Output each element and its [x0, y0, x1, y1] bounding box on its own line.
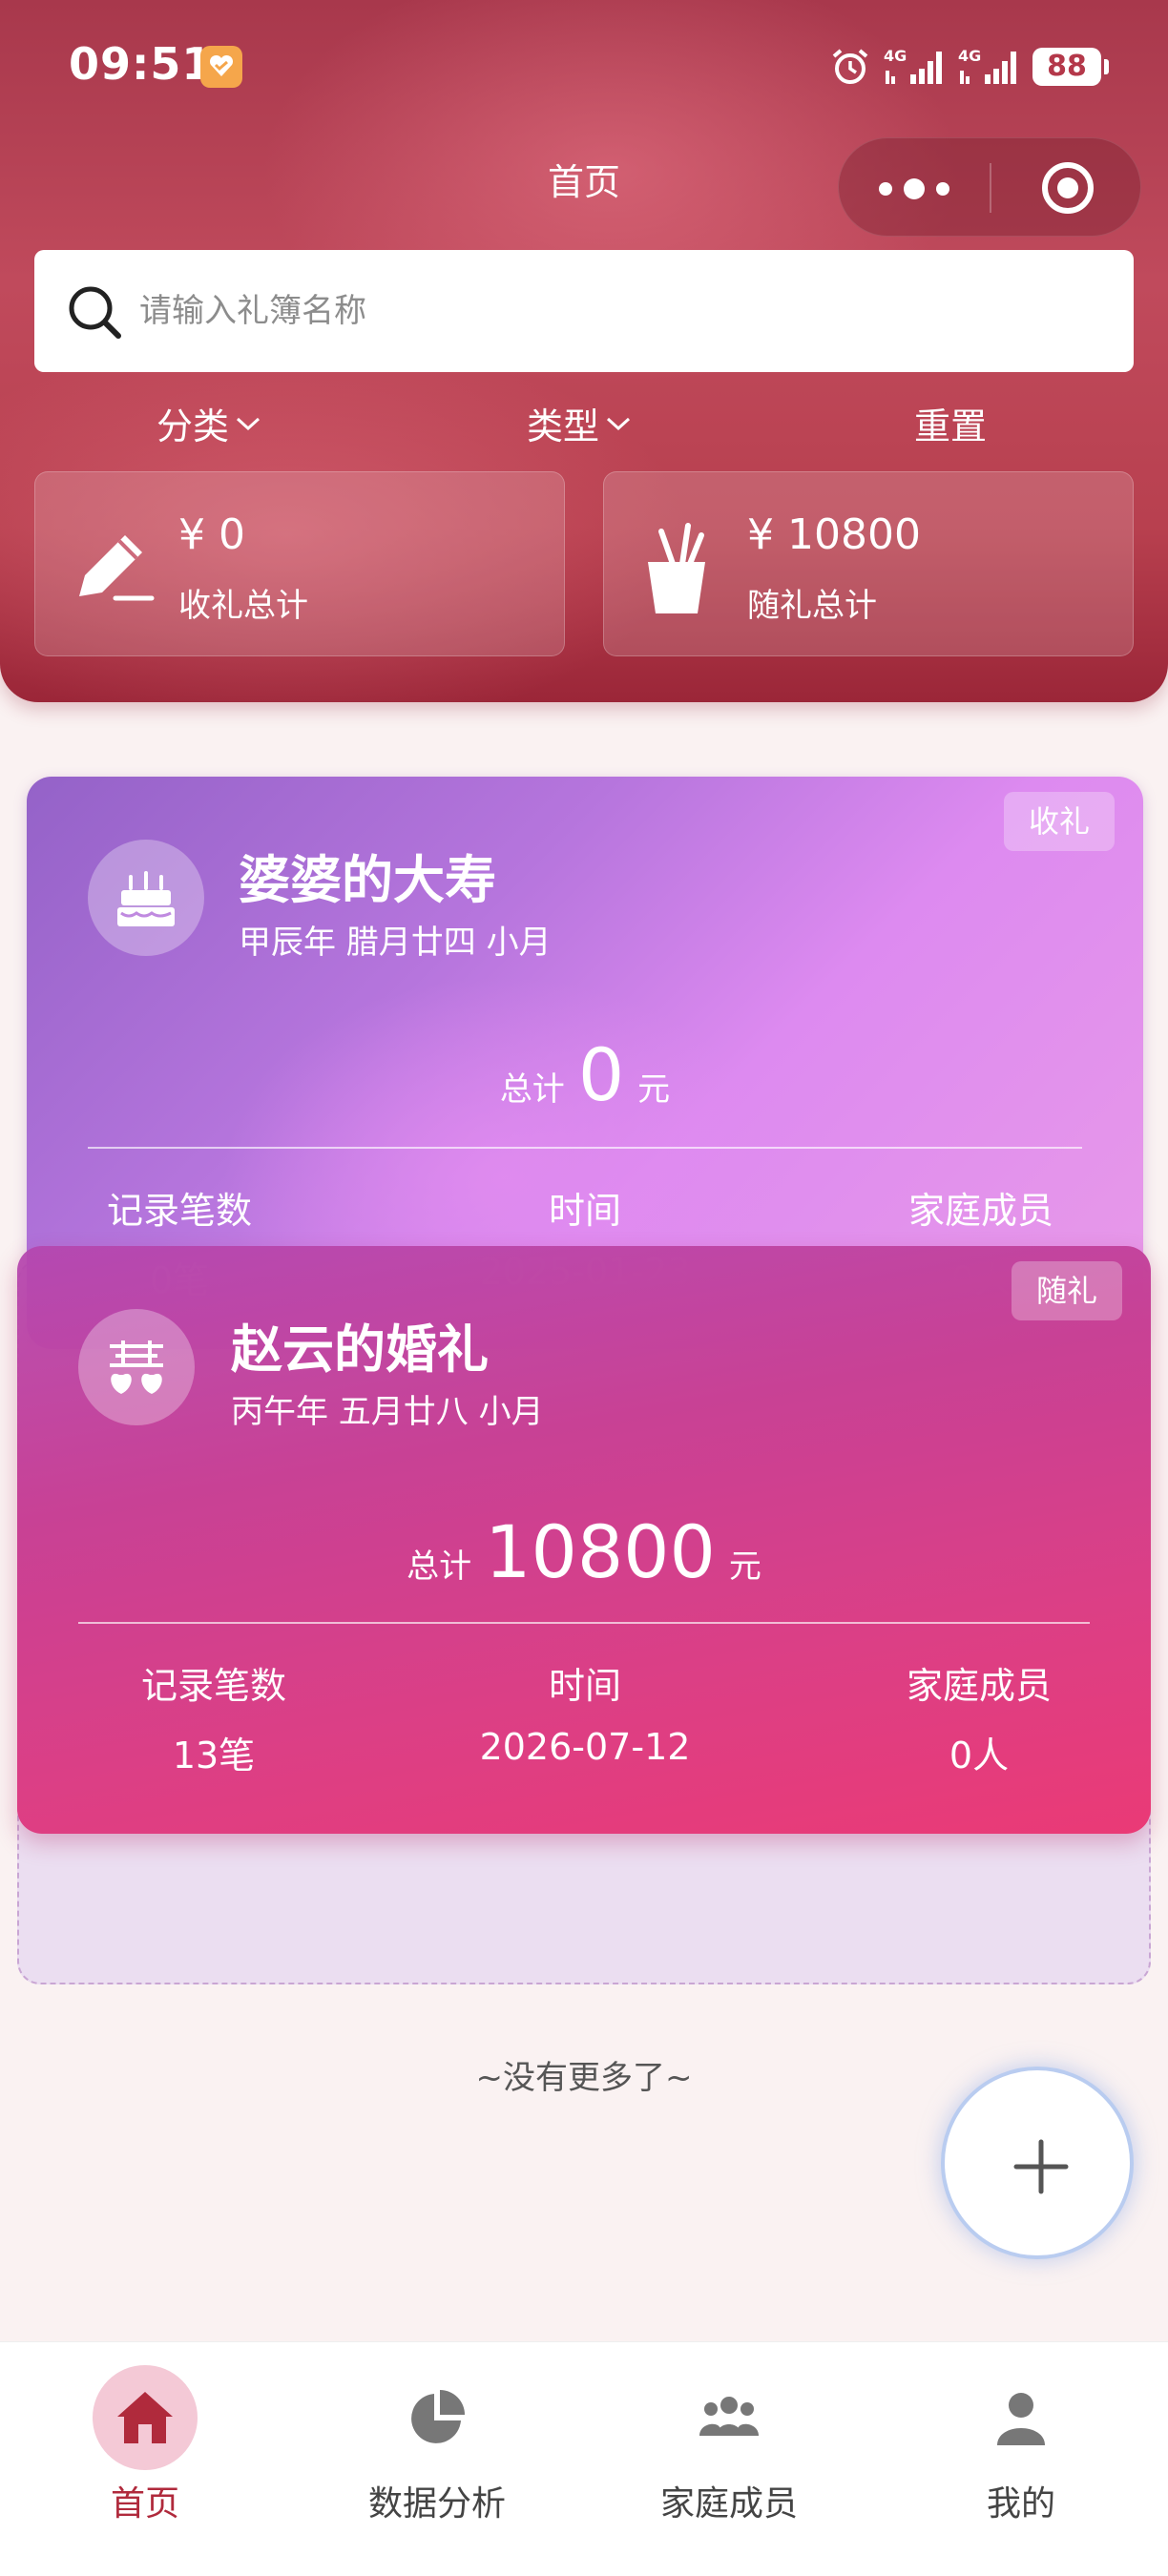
tab-profile[interactable]: 我的 [926, 2365, 1116, 2556]
search-icon [69, 286, 121, 339]
home-icon [117, 2392, 173, 2443]
time-stat: 时间 2026-07-12 [428, 1656, 742, 1768]
category-filter[interactable]: 分类 [156, 397, 261, 449]
signal-4g-icon: 4G [884, 47, 942, 84]
alarm-icon [832, 49, 868, 84]
pencil-write-icon [79, 535, 155, 601]
tab-label: 数据分析 [367, 2484, 506, 2524]
category-filter-label: 分类 [156, 405, 230, 447]
chevron-down-icon [237, 417, 261, 430]
birthday-cake-icon [117, 871, 175, 926]
members-stat: 家庭成员 0人 [865, 1656, 1094, 1778]
pen-holder-icon [648, 523, 705, 613]
more-dot-icon [879, 182, 892, 196]
target-circle-icon [1042, 162, 1094, 214]
total-value: 10800 [485, 1509, 716, 1594]
members-label: 家庭成员 [907, 1190, 1053, 1232]
members-label: 家庭成员 [906, 1665, 1052, 1707]
more-dot-icon [936, 182, 949, 196]
given-total-label: 随礼总计 [747, 587, 877, 625]
tab-icon-wrap [969, 2365, 1074, 2470]
status-time: 09:51 [69, 38, 214, 90]
records-label: 记录笔数 [140, 1665, 286, 1707]
tab-icon-wrap [93, 2365, 198, 2470]
book-lunar-date: 甲辰年 腊月廿四 小月 [239, 924, 552, 962]
book-type-badge: 收礼 [1003, 792, 1115, 851]
received-total-amount: ¥ 0 [178, 510, 245, 559]
total-value: 0 [577, 1032, 625, 1117]
tab-icon-wrap [385, 2365, 490, 2470]
given-total-amount: ¥ 10800 [747, 510, 921, 559]
time-label: 时间 [548, 1665, 621, 1707]
total-label: 总计 [499, 1070, 565, 1109]
divider [78, 1622, 1090, 1624]
book-type-badge: 随礼 [1011, 1261, 1122, 1320]
book-total: 总计 0 元 [27, 1032, 1143, 1117]
total-label: 总计 [407, 1548, 472, 1586]
divider [88, 1147, 1082, 1149]
records-value: 13笔 [172, 1735, 256, 1776]
status-bar: 09:51 4G 4G 88 [0, 0, 1168, 134]
given-total-card: ¥ 10800 随礼总计 [603, 471, 1134, 656]
received-total-label: 收礼总计 [178, 587, 308, 625]
pie-chart-icon [411, 2390, 465, 2443]
book-lunar-date: 丙午年 五月廿八 小月 [231, 1393, 544, 1431]
bottom-tab-bar: 首页 数据分析 家庭成员 我的 [0, 2341, 1168, 2576]
capsule-divider [990, 163, 991, 213]
search-bar [34, 250, 1134, 372]
tab-family-members[interactable]: 家庭成员 [634, 2365, 824, 2556]
received-total-card: ¥ 0 收礼总计 [34, 471, 565, 656]
status-icons: 4G 4G 88 [830, 44, 1109, 90]
double-happiness-icon [110, 1340, 163, 1394]
tab-icon-wrap [677, 2365, 782, 2470]
records-stat: 记录笔数 13笔 [109, 1656, 319, 1778]
chevron-down-icon [607, 417, 631, 430]
battery-indicator: 88 [1032, 48, 1109, 86]
type-filter-label: 类型 [527, 405, 600, 447]
time-value: 2026-07-12 [479, 1726, 691, 1768]
records-label: 记录笔数 [106, 1190, 252, 1232]
type-filter[interactable]: 类型 [527, 397, 632, 449]
tab-data-analysis[interactable]: 数据分析 [342, 2365, 532, 2556]
svg-text:4G: 4G [958, 47, 981, 65]
filter-row: 分类 类型 重置 [0, 389, 1168, 456]
book-title: 婆婆的大寿 [239, 850, 496, 910]
gift-book-card[interactable]: 随礼 赵云的婚礼 丙午年 五月廿八 小月 总计 10800 元 记录笔数 13笔 时… [17, 1246, 1151, 1834]
more-options-button[interactable] [875, 167, 955, 209]
total-unit: 元 [637, 1070, 671, 1109]
header: 09:51 4G 4G 88 首页 请输入礼簿名称 分类 类型 重置 ¥ 0 收… [0, 0, 1168, 702]
reset-button[interactable]: 重置 [914, 397, 987, 449]
more-dot-icon [904, 178, 925, 199]
book-avatar [78, 1309, 195, 1425]
signal-4g-icon-2: 4G [958, 47, 1016, 84]
book-title: 赵云的婚礼 [231, 1319, 489, 1380]
family-icon [699, 2397, 759, 2436]
tab-label: 家庭成员 [659, 2484, 798, 2524]
reset-label: 重置 [914, 405, 988, 447]
user-icon [997, 2393, 1045, 2445]
members-value: 0人 [949, 1735, 1010, 1776]
close-miniprogram-button[interactable] [1039, 159, 1096, 217]
tab-label: 我的 [986, 2484, 1055, 2524]
svg-text:4G: 4G [884, 47, 907, 65]
total-unit: 元 [728, 1548, 761, 1586]
plus-icon [1013, 2139, 1069, 2194]
search-input[interactable] [139, 279, 1094, 343]
tab-home[interactable]: 首页 [50, 2365, 240, 2556]
notification-app-icon [200, 46, 242, 88]
book-total: 总计 10800 元 [17, 1509, 1151, 1594]
miniprogram-capsule [838, 137, 1141, 237]
time-label: 时间 [548, 1190, 621, 1232]
add-book-button[interactable] [941, 2067, 1134, 2259]
tab-label: 首页 [110, 2484, 179, 2524]
book-avatar [88, 840, 204, 956]
